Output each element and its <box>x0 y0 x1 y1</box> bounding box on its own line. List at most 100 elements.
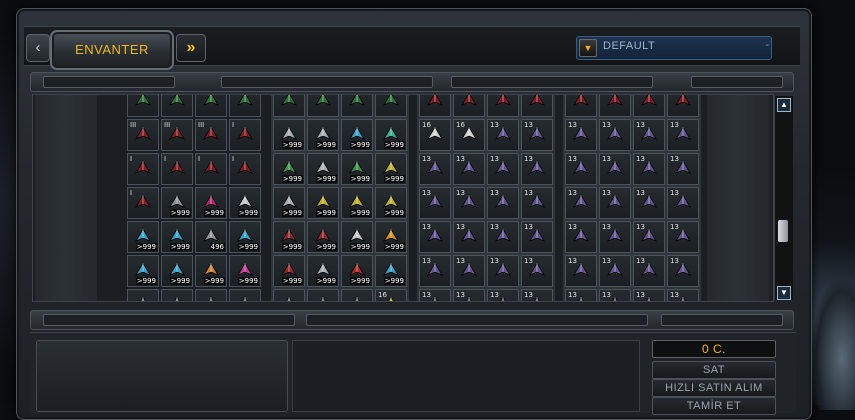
inventory-slot[interactable] <box>565 95 597 117</box>
inventory-slot[interactable]: >999 <box>229 187 261 219</box>
inventory-slot[interactable]: 13 <box>599 221 631 253</box>
inventory-slot[interactable]: 13 <box>667 221 699 253</box>
inventory-slot[interactable] <box>341 95 373 117</box>
inventory-slot[interactable]: 13 <box>521 153 553 185</box>
next-page-button[interactable]: » <box>176 34 206 62</box>
inventory-slot[interactable] <box>229 95 261 117</box>
inventory-slot[interactable]: >999 <box>127 221 159 253</box>
inventory-slot[interactable] <box>307 95 339 117</box>
inventory-slot[interactable] <box>273 95 305 117</box>
inventory-slot[interactable]: >999 <box>229 221 261 253</box>
inventory-slot[interactable]: 13 <box>487 255 519 287</box>
inventory-slot[interactable]: 13 <box>521 187 553 219</box>
inventory-slot[interactable]: >999 <box>273 221 305 253</box>
inventory-slot[interactable] <box>599 95 631 117</box>
inventory-slot[interactable]: 13 <box>633 187 665 219</box>
inventory-slot[interactable]: >999 <box>341 255 373 287</box>
inventory-slot[interactable]: >999 <box>307 255 339 287</box>
inventory-slot[interactable]: 13 <box>565 187 597 219</box>
inventory-slot[interactable] <box>161 289 193 301</box>
inventory-slot[interactable] <box>521 95 553 117</box>
inventory-scrollbar[interactable]: ▲ ▼ <box>774 96 793 300</box>
inventory-slot[interactable]: 13 <box>667 289 699 301</box>
inventory-slot[interactable]: I <box>229 119 261 151</box>
inventory-slot[interactable]: >999 <box>161 255 193 287</box>
inventory-slot[interactable] <box>195 289 227 301</box>
inventory-slot[interactable] <box>487 95 519 117</box>
scroll-up-button[interactable]: ▲ <box>777 98 791 112</box>
inventory-slot[interactable]: III <box>195 119 227 151</box>
inventory-slot[interactable] <box>229 289 261 301</box>
inventory-slot[interactable]: >999 <box>375 187 407 219</box>
inventory-slot[interactable]: >999 <box>341 187 373 219</box>
inventory-slot[interactable]: 13 <box>521 289 553 301</box>
inventory-slot[interactable]: >999 <box>375 255 407 287</box>
inventory-slot[interactable] <box>419 95 451 117</box>
inventory-slot[interactable]: 13 <box>565 255 597 287</box>
tab-envanter[interactable]: ENVANTER <box>50 30 174 70</box>
inventory-slot[interactable]: 13 <box>667 187 699 219</box>
inventory-slot[interactable]: >999 <box>307 153 339 185</box>
inventory-slot[interactable]: 13 <box>521 255 553 287</box>
inventory-slot[interactable]: 13 <box>487 289 519 301</box>
inventory-slot[interactable]: >999 <box>375 221 407 253</box>
inventory-slot[interactable]: 13 <box>667 119 699 151</box>
inventory-slot[interactable]: I <box>127 153 159 185</box>
inventory-slot[interactable]: 13 <box>633 255 665 287</box>
inventory-slot[interactable]: I <box>195 153 227 185</box>
inventory-slot[interactable]: >999 <box>127 255 159 287</box>
inventory-slot[interactable]: >999 <box>195 187 227 219</box>
inventory-slot[interactable]: 13 <box>633 221 665 253</box>
inventory-slot[interactable] <box>161 95 193 117</box>
inventory-slot[interactable]: 13 <box>453 289 485 301</box>
inventory-slot[interactable]: 13 <box>453 255 485 287</box>
inventory-slot[interactable]: >999 <box>341 153 373 185</box>
inventory-slot[interactable]: >999 <box>195 255 227 287</box>
inventory-slot[interactable]: 13 <box>453 153 485 185</box>
inventory-slot[interactable]: >999 <box>229 255 261 287</box>
inventory-slot[interactable]: 13 <box>419 289 451 301</box>
sell-button[interactable]: SAT <box>652 361 776 379</box>
inventory-slot[interactable] <box>633 95 665 117</box>
inventory-slot[interactable]: III <box>127 119 159 151</box>
inventory-slot[interactable]: >999 <box>161 187 193 219</box>
inventory-slot[interactable] <box>273 289 305 301</box>
inventory-slot[interactable]: >999 <box>273 187 305 219</box>
repair-button[interactable]: TAMİR ET <box>652 397 776 415</box>
inventory-slot[interactable] <box>307 289 339 301</box>
inventory-slot[interactable] <box>127 95 159 117</box>
prev-page-button[interactable]: ‹ <box>26 34 50 62</box>
inventory-slot[interactable]: 13 <box>487 119 519 151</box>
inventory-slot[interactable]: 13 <box>419 153 451 185</box>
inventory-slot[interactable]: 13 <box>599 153 631 185</box>
inventory-slot[interactable]: >999 <box>273 153 305 185</box>
inventory-slot[interactable] <box>341 289 373 301</box>
inventory-slot[interactable]: 13 <box>633 119 665 151</box>
inventory-slot[interactable]: 13 <box>487 187 519 219</box>
inventory-slot[interactable]: 13 <box>599 119 631 151</box>
inventory-slot[interactable]: I <box>127 187 159 219</box>
inventory-slot[interactable] <box>375 95 407 117</box>
inventory-slot[interactable]: 16 <box>419 119 451 151</box>
inventory-slot[interactable]: >999 <box>375 153 407 185</box>
inventory-slot[interactable]: >999 <box>273 119 305 151</box>
inventory-slot[interactable]: 496 <box>195 221 227 253</box>
inventory-slot[interactable] <box>453 95 485 117</box>
inventory-slot[interactable]: 13 <box>667 255 699 287</box>
inventory-slot[interactable]: >999 <box>307 221 339 253</box>
inventory-slot[interactable]: 13 <box>667 153 699 185</box>
inventory-slot[interactable]: 13 <box>565 119 597 151</box>
inventory-slot[interactable]: III <box>161 119 193 151</box>
inventory-slot[interactable]: 13 <box>633 153 665 185</box>
inventory-slot[interactable]: 16 <box>375 289 407 301</box>
inventory-slot[interactable]: 13 <box>633 289 665 301</box>
filter-dropdown[interactable]: ▼ DEFAULT - <box>576 36 772 60</box>
inventory-slot[interactable]: >999 <box>161 221 193 253</box>
inventory-slot[interactable]: >999 <box>341 119 373 151</box>
inventory-slot[interactable]: 13 <box>565 153 597 185</box>
inventory-slot[interactable]: 13 <box>565 221 597 253</box>
inventory-slot[interactable]: >999 <box>307 187 339 219</box>
inventory-slot[interactable]: 13 <box>419 221 451 253</box>
inventory-slot[interactable]: >999 <box>341 221 373 253</box>
scroll-down-button[interactable]: ▼ <box>777 286 791 300</box>
